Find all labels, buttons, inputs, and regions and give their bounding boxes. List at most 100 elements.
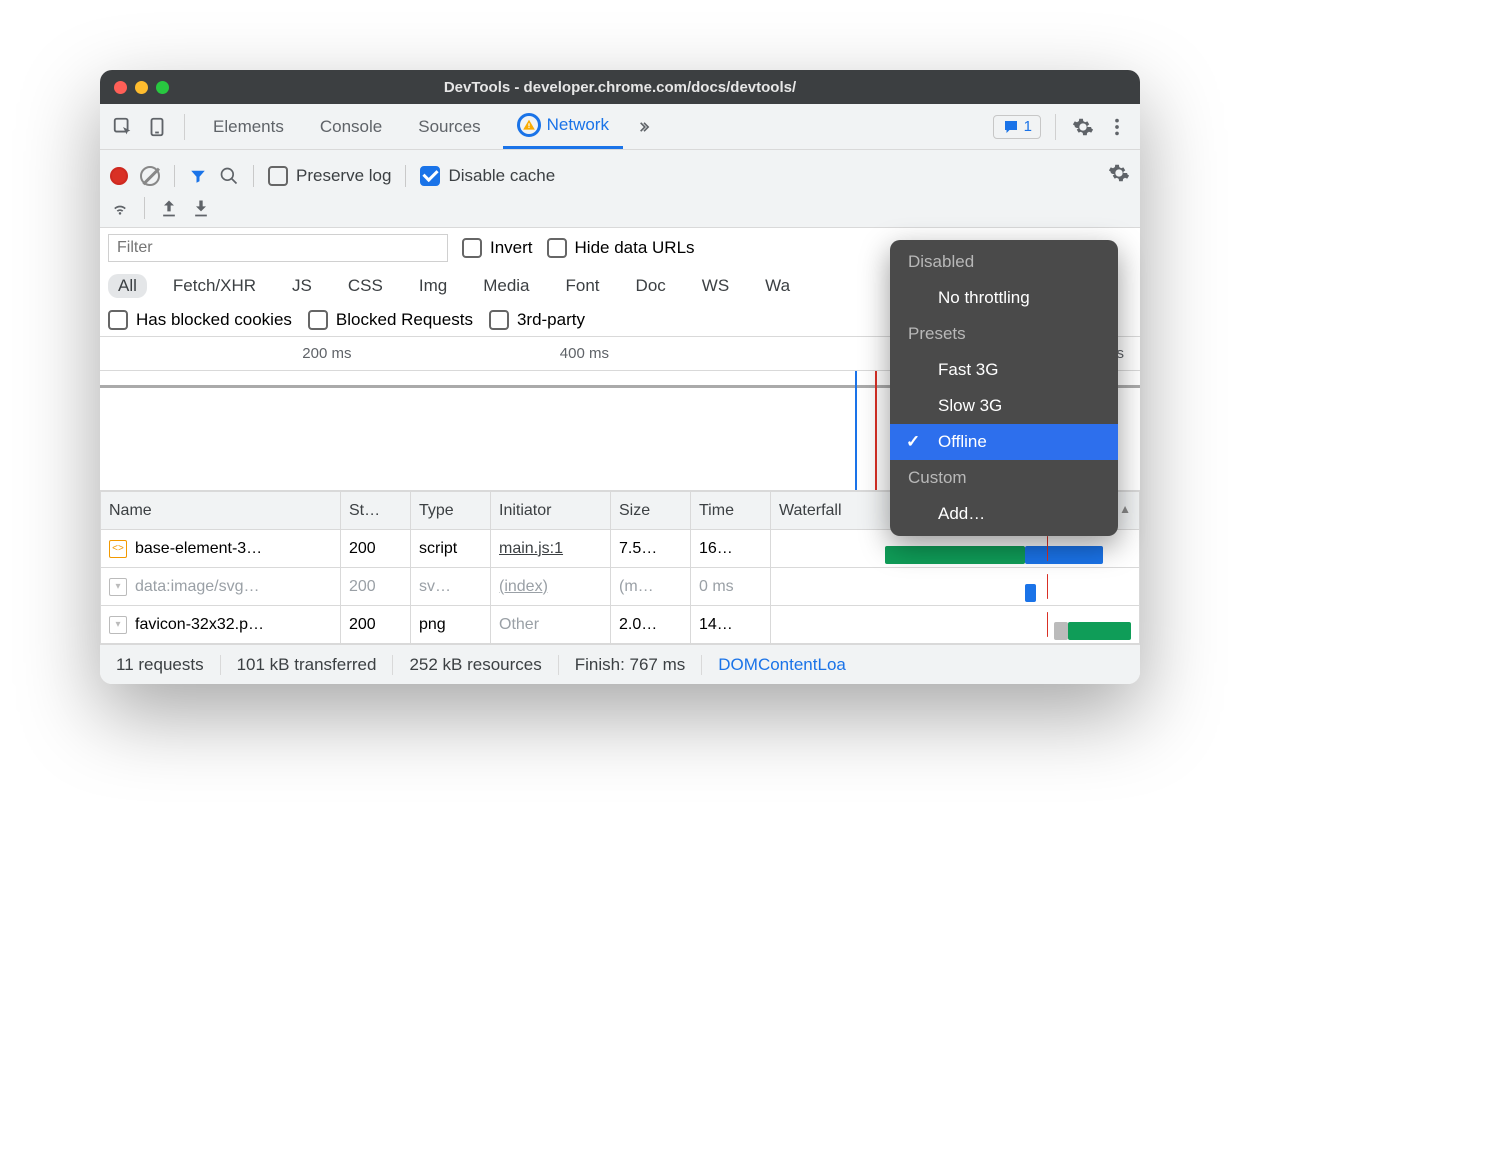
minimize-window-button[interactable] xyxy=(135,81,148,94)
tab-network[interactable]: Network xyxy=(503,104,623,149)
separator xyxy=(253,165,254,187)
request-initiator-link[interactable]: main.js:1 xyxy=(499,540,563,557)
filter-type-ws[interactable]: WS xyxy=(692,274,739,298)
dropdown-item-offline[interactable]: Offline xyxy=(890,424,1118,460)
has-blocked-cookies-checkbox[interactable]: Has blocked cookies xyxy=(108,310,292,330)
sb-transferred: 101 kB transferred xyxy=(221,655,394,675)
devtools-window: DevTools - developer.chrome.com/docs/dev… xyxy=(100,70,1140,684)
domcontentloaded-marker xyxy=(855,371,857,490)
throttling-dropdown: DisabledNo throttlingPresetsFast 3GSlow … xyxy=(890,240,1118,536)
col-type[interactable]: Type xyxy=(411,492,491,530)
filter-type-media[interactable]: Media xyxy=(473,274,539,298)
sb-resources: 252 kB resources xyxy=(393,655,558,675)
preserve-log-checkbox[interactable]: Preserve log xyxy=(268,166,391,186)
main-tab-bar: Elements Console Sources Network 1 xyxy=(100,104,1140,150)
checkbox-icon xyxy=(268,166,288,186)
device-toggle-icon[interactable] xyxy=(144,114,170,140)
request-initiator: Other xyxy=(499,616,539,633)
sb-domcontentloaded: DOMContentLoa xyxy=(702,655,862,675)
file-type-icon: <> xyxy=(109,540,127,558)
filter-type-wa[interactable]: Wa xyxy=(755,274,800,298)
tab-console[interactable]: Console xyxy=(306,104,396,149)
request-name: favicon-32x32.p… xyxy=(135,616,264,634)
request-time: 0 ms xyxy=(691,568,771,606)
window-title: DevTools - developer.chrome.com/docs/dev… xyxy=(100,79,1140,96)
col-name[interactable]: Name xyxy=(101,492,341,530)
disable-cache-checkbox[interactable]: Disable cache xyxy=(420,166,555,186)
clear-icon[interactable] xyxy=(140,166,160,186)
issues-badge[interactable]: 1 xyxy=(993,115,1041,139)
separator xyxy=(144,197,145,219)
search-icon[interactable] xyxy=(219,166,239,186)
statusbar: 11 requests 101 kB transferred 252 kB re… xyxy=(100,644,1140,684)
request-type: script xyxy=(411,530,491,568)
filter-input[interactable] xyxy=(108,234,448,262)
dropdown-item-add-[interactable]: Add… xyxy=(890,496,1118,532)
inspect-icon[interactable] xyxy=(110,114,136,140)
warning-icon xyxy=(517,113,541,137)
tab-elements[interactable]: Elements xyxy=(199,104,298,149)
tab-sources[interactable]: Sources xyxy=(404,104,494,149)
dropdown-item-slow-3g[interactable]: Slow 3G xyxy=(890,388,1118,424)
separator xyxy=(184,114,185,140)
filter-type-doc[interactable]: Doc xyxy=(626,274,676,298)
dropdown-header: Custom xyxy=(890,460,1118,496)
timeline-tick: 200 ms xyxy=(100,345,358,362)
request-row[interactable]: ▾data:image/svg…200sv…(index)(m…0 ms xyxy=(101,568,1140,606)
preserve-log-label: Preserve log xyxy=(296,166,391,186)
col-size[interactable]: Size xyxy=(611,492,691,530)
request-name: data:image/svg… xyxy=(135,578,260,596)
invert-label: Invert xyxy=(490,238,533,258)
sb-finish: Finish: 767 ms xyxy=(559,655,703,675)
filter-type-js[interactable]: JS xyxy=(282,274,322,298)
dropdown-item-no-throttling[interactable]: No throttling xyxy=(890,280,1118,316)
checkbox-icon xyxy=(420,166,440,186)
sb-requests: 11 requests xyxy=(100,655,221,675)
waterfall-cell xyxy=(779,574,1131,599)
more-tabs-icon[interactable] xyxy=(631,114,657,140)
filter-type-img[interactable]: Img xyxy=(409,274,457,298)
hide-data-urls-label: Hide data URLs xyxy=(575,238,695,258)
request-row[interactable]: ▾favicon-32x32.p…200pngOther2.0…14… xyxy=(101,606,1140,644)
col-initiator[interactable]: Initiator xyxy=(491,492,611,530)
hide-data-urls-checkbox[interactable]: Hide data URLs xyxy=(547,238,695,258)
download-har-icon[interactable] xyxy=(191,198,211,218)
blocked-requests-checkbox[interactable]: Blocked Requests xyxy=(308,310,473,330)
file-type-icon: ▾ xyxy=(109,616,127,634)
request-status: 200 xyxy=(341,568,411,606)
request-initiator-link[interactable]: (index) xyxy=(499,578,548,595)
request-size: (m… xyxy=(611,568,691,606)
request-time: 16… xyxy=(691,530,771,568)
third-party-checkbox[interactable]: 3rd-party xyxy=(489,310,585,330)
request-name: base-element-3… xyxy=(135,540,262,558)
col-status[interactable]: St… xyxy=(341,492,411,530)
invert-checkbox[interactable]: Invert xyxy=(462,238,533,258)
dropdown-item-fast-3g[interactable]: Fast 3G xyxy=(890,352,1118,388)
kebab-menu-icon[interactable] xyxy=(1104,114,1130,140)
filter-icon[interactable] xyxy=(189,167,207,185)
separator xyxy=(174,165,175,187)
filter-type-css[interactable]: CSS xyxy=(338,274,393,298)
request-type: png xyxy=(411,606,491,644)
zoom-window-button[interactable] xyxy=(156,81,169,94)
request-status: 200 xyxy=(341,606,411,644)
issues-count: 1 xyxy=(1024,118,1032,135)
timeline-tick: 400 ms xyxy=(358,345,616,362)
dropdown-header: Disabled xyxy=(890,244,1118,280)
network-conditions-icon[interactable] xyxy=(110,198,130,218)
col-time[interactable]: Time xyxy=(691,492,771,530)
filter-type-all[interactable]: All xyxy=(108,274,147,298)
filter-type-fetchxhr[interactable]: Fetch/XHR xyxy=(163,274,266,298)
record-button[interactable] xyxy=(110,167,128,185)
settings-icon[interactable] xyxy=(1070,114,1096,140)
disable-cache-label: Disable cache xyxy=(448,166,555,186)
tab-network-label: Network xyxy=(547,115,609,135)
upload-har-icon[interactable] xyxy=(159,198,179,218)
separator xyxy=(405,165,406,187)
load-marker xyxy=(875,371,877,490)
file-type-icon: ▾ xyxy=(109,578,127,596)
network-settings-icon[interactable] xyxy=(1108,162,1130,189)
filter-type-font[interactable]: Font xyxy=(556,274,610,298)
waterfall-cell xyxy=(779,612,1131,637)
close-window-button[interactable] xyxy=(114,81,127,94)
